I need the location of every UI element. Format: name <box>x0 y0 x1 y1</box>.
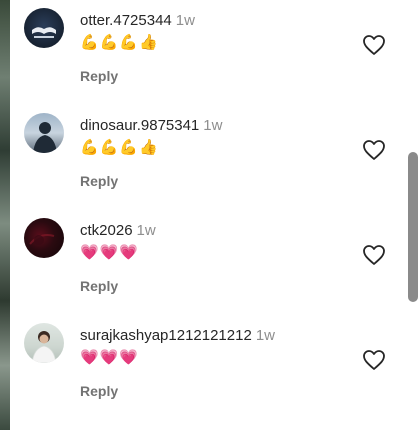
comment-text: 💗💗💗 <box>80 243 140 261</box>
book-logo-icon <box>32 27 56 38</box>
avatar[interactable] <box>24 8 64 48</box>
comment-text: 💗💗💗 <box>80 348 140 366</box>
comment-meta: otter.4725344 1w <box>80 12 195 30</box>
background-image-strip <box>0 0 10 430</box>
comment-time: 1w <box>136 222 156 239</box>
scrollbar-thumb[interactable] <box>408 152 418 302</box>
comment-time: 1w <box>255 327 275 344</box>
reply-button[interactable]: Reply <box>80 383 118 399</box>
reply-button[interactable]: Reply <box>80 173 118 189</box>
person-photo-icon <box>31 331 57 363</box>
username[interactable]: ctk2026 <box>80 222 133 239</box>
comment-meta: surajkashyap1212121212 1w <box>80 327 275 345</box>
comment-item: dinosaur.9875341 1w 💪💪💪👍 Reply <box>10 105 396 205</box>
comment-meta: ctk2026 1w <box>80 222 156 240</box>
heart-outline-icon[interactable] <box>362 139 386 161</box>
dark-abstract-icon <box>29 234 55 245</box>
comment-item: ctk2026 1w 💗💗💗 Reply <box>10 210 396 310</box>
comment-text: 💪💪💪👍 <box>80 138 159 156</box>
comment-item: otter.4725344 1w 💪💪💪👍 Reply <box>10 0 396 100</box>
heart-outline-icon[interactable] <box>362 244 386 266</box>
comment-time: 1w <box>175 12 195 29</box>
reply-button[interactable]: Reply <box>80 278 118 294</box>
reply-button[interactable]: Reply <box>80 68 118 84</box>
avatar[interactable] <box>24 323 64 363</box>
avatar[interactable] <box>24 113 64 153</box>
comment-meta: dinosaur.9875341 1w <box>80 117 222 135</box>
username[interactable]: dinosaur.9875341 <box>80 117 199 134</box>
username[interactable]: surajkashyap1212121212 <box>80 327 252 344</box>
heart-outline-icon[interactable] <box>362 34 386 56</box>
person-silhouette-icon <box>33 122 57 153</box>
comment-time: 1w <box>203 117 223 134</box>
comment-list: otter.4725344 1w 💪💪💪👍 Reply dinosaur.9875… <box>10 0 396 430</box>
avatar[interactable] <box>24 218 64 258</box>
comment-text: 💪💪💪👍 <box>80 33 159 51</box>
comment-item: surajkashyap1212121212 1w 💗💗💗 Reply <box>10 315 396 415</box>
heart-outline-icon[interactable] <box>362 349 386 371</box>
username[interactable]: otter.4725344 <box>80 12 172 29</box>
